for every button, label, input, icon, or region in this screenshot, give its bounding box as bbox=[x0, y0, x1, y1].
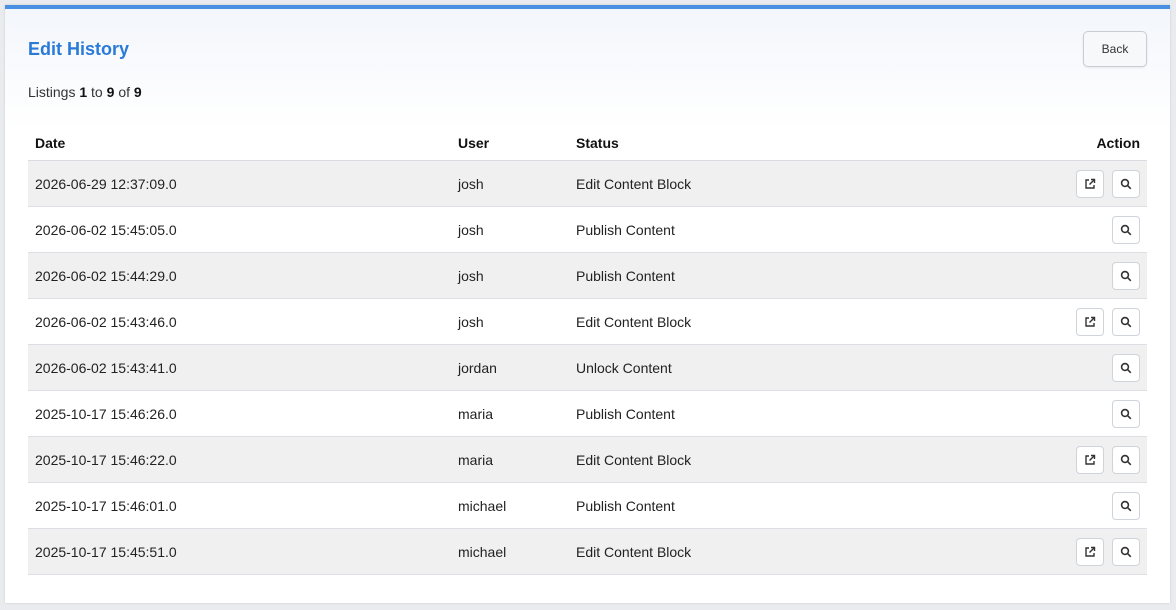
cell-user: michael bbox=[451, 528, 569, 575]
cell-user: maria bbox=[451, 390, 569, 437]
view-details-button[interactable] bbox=[1112, 215, 1140, 244]
view-details-button[interactable] bbox=[1112, 261, 1140, 290]
cell-user: jordan bbox=[451, 344, 569, 391]
table-row: 2025-10-17 15:46:01.0 michael Publish Cont… bbox=[28, 482, 1147, 529]
external-link-button[interactable] bbox=[1076, 307, 1104, 336]
table-row: 2026-06-02 15:43:46.0 josh Edit Content Bl… bbox=[28, 298, 1147, 345]
cell-actions bbox=[915, 436, 1147, 483]
cell-date: 2026-06-29 12:37:09.0 bbox=[28, 160, 451, 207]
cell-status: Edit Content Block bbox=[569, 298, 916, 345]
column-header-status[interactable]: Status bbox=[569, 126, 916, 161]
table-row: 2025-10-17 15:46:22.0 maria Edit Content B… bbox=[28, 436, 1147, 483]
external-link-button[interactable] bbox=[1076, 169, 1104, 198]
listing-prefix: Listings bbox=[28, 84, 76, 100]
cell-status: Publish Content bbox=[569, 390, 916, 437]
table-row: 2025-10-17 15:46:26.0 maria Publish Conten… bbox=[28, 390, 1147, 437]
cell-date: 2026-06-02 15:43:46.0 bbox=[28, 298, 451, 345]
view-details-button[interactable] bbox=[1112, 399, 1140, 428]
cell-date: 2026-06-02 15:43:41.0 bbox=[28, 344, 451, 391]
cell-date: 2025-10-17 15:46:22.0 bbox=[28, 436, 451, 483]
cell-user: josh bbox=[451, 298, 569, 345]
edit-history-panel: Edit History Back Listings 1 to 9 of 9 D… bbox=[5, 5, 1170, 603]
cell-status: Publish Content bbox=[569, 206, 916, 253]
view-details-button[interactable] bbox=[1112, 353, 1140, 382]
listing-to-word: to bbox=[91, 84, 103, 100]
cell-user: josh bbox=[451, 160, 569, 207]
view-details-button[interactable] bbox=[1112, 445, 1140, 474]
cell-status: Unlock Content bbox=[569, 344, 916, 391]
cell-status: Publish Content bbox=[569, 482, 916, 529]
table-row: 2026-06-29 12:37:09.0 josh Edit Content Bl… bbox=[28, 160, 1147, 207]
listing-of-word: of bbox=[118, 84, 130, 100]
cell-date: 2025-10-17 15:46:26.0 bbox=[28, 390, 451, 437]
cell-date: 2025-10-17 15:46:01.0 bbox=[28, 482, 451, 529]
table-header-row: Date User Status Action bbox=[28, 126, 1147, 161]
external-link-button[interactable] bbox=[1076, 445, 1104, 474]
listing-total: 9 bbox=[133, 84, 142, 100]
view-details-button[interactable] bbox=[1112, 169, 1140, 198]
cell-status: Publish Content bbox=[569, 252, 916, 299]
table-row: 2026-06-02 15:44:29.0 josh Publish Content bbox=[28, 252, 1147, 299]
cell-date: 2025-10-17 15:45:51.0 bbox=[28, 528, 451, 575]
table-row: 2026-06-02 15:45:05.0 josh Publish Content bbox=[28, 206, 1147, 253]
cell-actions bbox=[915, 482, 1147, 529]
listing-from: 1 bbox=[79, 84, 88, 100]
cell-date: 2026-06-02 15:44:29.0 bbox=[28, 252, 451, 299]
cell-user: michael bbox=[451, 482, 569, 529]
cell-actions bbox=[915, 528, 1147, 575]
page-title: Edit History bbox=[28, 39, 130, 59]
back-button[interactable]: Back bbox=[1083, 31, 1147, 67]
cell-user: josh bbox=[451, 206, 569, 253]
cell-status: Edit Content Block bbox=[569, 436, 916, 483]
column-header-action: Action bbox=[915, 126, 1147, 161]
external-link-button[interactable] bbox=[1076, 537, 1104, 566]
view-details-button[interactable] bbox=[1112, 491, 1140, 520]
cell-actions bbox=[915, 160, 1147, 207]
cell-actions bbox=[915, 206, 1147, 253]
listing-to: 9 bbox=[106, 84, 115, 100]
cell-date: 2026-06-02 15:45:05.0 bbox=[28, 206, 451, 253]
column-header-user[interactable]: User bbox=[451, 126, 569, 161]
cell-status: Edit Content Block bbox=[569, 528, 916, 575]
table-row: 2026-06-02 15:43:41.0 jordan Unlock Conten… bbox=[28, 344, 1147, 391]
view-details-button[interactable] bbox=[1112, 537, 1140, 566]
cell-actions bbox=[915, 252, 1147, 299]
cell-actions bbox=[915, 390, 1147, 437]
cell-user: josh bbox=[451, 252, 569, 299]
cell-user: maria bbox=[451, 436, 569, 483]
table-row: 2025-10-17 15:45:51.0 michael Edit Content… bbox=[28, 528, 1147, 575]
cell-status: Edit Content Block bbox=[569, 160, 916, 207]
history-table: Date User Status Action 2026-06-29 12:37… bbox=[28, 126, 1147, 575]
view-details-button[interactable] bbox=[1112, 307, 1140, 336]
cell-actions bbox=[915, 344, 1147, 391]
cell-actions bbox=[915, 298, 1147, 345]
listing-count: Listings 1 to 9 of 9 bbox=[28, 84, 142, 100]
column-header-date[interactable]: Date bbox=[28, 126, 451, 161]
